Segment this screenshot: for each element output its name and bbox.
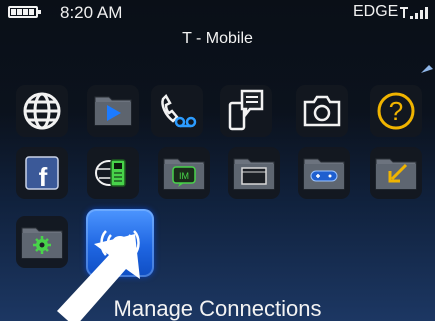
svg-text:?: ? [389, 96, 403, 126]
home-screen: 8:20 AM EDGE T - Mobile ? f IM Manage Co… [0, 0, 435, 321]
facebook-app[interactable]: f [16, 147, 68, 199]
games-folder-icon [303, 158, 345, 190]
scroll-up-icon [421, 65, 433, 73]
messages-icon [228, 89, 264, 131]
media-app[interactable] [87, 85, 139, 137]
signal-strength-icon [400, 7, 428, 19]
globe-icon [23, 92, 61, 130]
games-folder[interactable] [298, 147, 350, 199]
svg-text:f: f [39, 162, 48, 192]
instant-messaging-folder[interactable]: IM [158, 147, 210, 199]
app-world-icon [95, 159, 126, 187]
downloads-folder-icon [375, 158, 417, 190]
pointer-arrow-icon [57, 234, 140, 321]
instant-messaging-folder-icon: IM [163, 158, 205, 190]
carrier-name: T - Mobile [182, 30, 253, 47]
help-icon: ? [377, 92, 415, 130]
status-bar: 8:20 AM EDGE [0, 0, 435, 24]
folder-icon [233, 158, 275, 190]
network-type: EDGE [353, 3, 399, 20]
camera-app[interactable] [296, 85, 348, 137]
facebook-icon: f [25, 156, 59, 192]
clock-time: 8:20 AM [60, 3, 123, 22]
folder[interactable] [228, 147, 280, 199]
downloads-folder[interactable] [370, 147, 422, 199]
battery-full-icon [8, 6, 41, 18]
help-app[interactable]: ? [370, 85, 422, 137]
app-world-app[interactable] [87, 147, 139, 199]
camera-icon [303, 95, 341, 127]
phone-voicemail-icon [161, 93, 197, 128]
phone-app[interactable] [151, 85, 203, 137]
browser-app[interactable] [16, 85, 68, 137]
messages-app[interactable] [220, 85, 272, 137]
media-play-icon [94, 96, 132, 126]
im-badge: IM [179, 171, 189, 181]
